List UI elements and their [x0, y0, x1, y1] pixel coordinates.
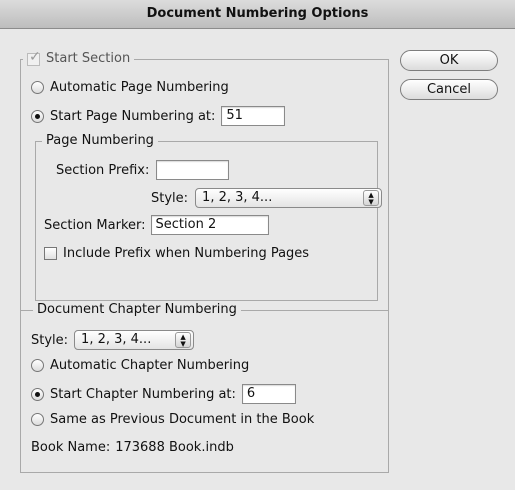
same-as-previous-label: Same as Previous Document in the Book	[50, 412, 315, 427]
automatic-page-numbering-radio[interactable]	[31, 81, 44, 94]
start-section-legend[interactable]: ✓ Start Section	[23, 49, 135, 67]
cancel-button[interactable]: Cancel	[400, 79, 498, 100]
start-section-group: ✓ Start Section Automatic Page Numbering…	[20, 49, 389, 313]
section-marker-field[interactable]: Section 2	[150, 215, 269, 235]
include-prefix-checkbox[interactable]	[44, 247, 57, 260]
start-chapter-numbering-option[interactable]: Start Chapter Numbering at: 6	[31, 384, 296, 404]
start-page-number-field[interactable]: 51	[221, 106, 286, 126]
start-section-label: Start Section	[46, 51, 131, 66]
chapter-numbering-legend: Document Chapter Numbering	[33, 302, 241, 318]
section-prefix-label: Section Prefix:	[56, 162, 150, 178]
start-page-numbering-option[interactable]: Start Page Numbering at: 51	[31, 106, 286, 126]
section-prefix-field[interactable]	[156, 160, 230, 180]
automatic-chapter-numbering-option[interactable]: Automatic Chapter Numbering	[31, 358, 249, 373]
chapter-style-select[interactable]: 1, 2, 3, 4... ▲ ▼	[74, 330, 195, 350]
section-marker-label: Section Marker:	[44, 217, 146, 233]
page-style-value: 1, 2, 3, 4...	[202, 190, 273, 205]
updown-arrows-icon: ▲ ▼	[363, 190, 380, 206]
book-name-label: Book Name:	[31, 440, 111, 455]
start-chapter-numbering-radio[interactable]	[31, 387, 44, 401]
include-prefix-option[interactable]: Include Prefix when Numbering Pages	[44, 246, 309, 261]
page-style-row: Style: 1, 2, 3, 4... ▲ ▼	[151, 188, 383, 208]
book-name-value: 173688 Book.indb	[115, 440, 234, 455]
page-numbering-group: Page Numbering Section Prefix: Style: 1,…	[35, 133, 383, 301]
chapter-style-row: Style: 1, 2, 3, 4... ▲ ▼	[31, 330, 195, 350]
checkmark-icon: ✓	[29, 48, 41, 65]
start-section-checkbox[interactable]: ✓	[27, 49, 41, 66]
automatic-chapter-numbering-radio[interactable]	[31, 359, 44, 372]
updown-arrows-icon: ▲ ▼	[175, 332, 192, 348]
page-style-label: Style:	[151, 190, 189, 206]
chapter-style-label: Style:	[31, 332, 69, 348]
section-prefix-row: Section Prefix:	[56, 160, 230, 180]
start-chapter-numbering-label: Start Chapter Numbering at:	[50, 386, 236, 402]
chapter-numbering-group: Document Chapter Numbering Style: 1, 2, …	[20, 302, 389, 473]
section-marker-row: Section Marker: Section 2	[44, 215, 269, 235]
dialog-title: Document Numbering Options	[0, 0, 515, 29]
start-page-numbering-radio[interactable]	[31, 109, 44, 123]
page-numbering-legend: Page Numbering	[42, 133, 158, 149]
automatic-page-numbering-option[interactable]: Automatic Page Numbering	[31, 80, 229, 95]
same-as-previous-radio[interactable]	[31, 413, 44, 426]
document-numbering-dialog: ✓ Start Section Automatic Page Numbering…	[0, 29, 515, 490]
start-page-numbering-label: Start Page Numbering at:	[50, 108, 216, 124]
start-chapter-number-field[interactable]: 6	[241, 384, 296, 404]
ok-button[interactable]: OK	[400, 50, 498, 71]
page-style-select[interactable]: 1, 2, 3, 4... ▲ ▼	[195, 188, 383, 208]
same-as-previous-option[interactable]: Same as Previous Document in the Book	[31, 412, 314, 427]
book-name-row: Book Name: 173688 Book.indb	[31, 440, 234, 455]
include-prefix-label: Include Prefix when Numbering Pages	[63, 246, 310, 261]
automatic-chapter-numbering-label: Automatic Chapter Numbering	[50, 358, 250, 373]
automatic-page-numbering-label: Automatic Page Numbering	[50, 80, 229, 95]
chapter-style-value: 1, 2, 3, 4...	[81, 332, 152, 347]
